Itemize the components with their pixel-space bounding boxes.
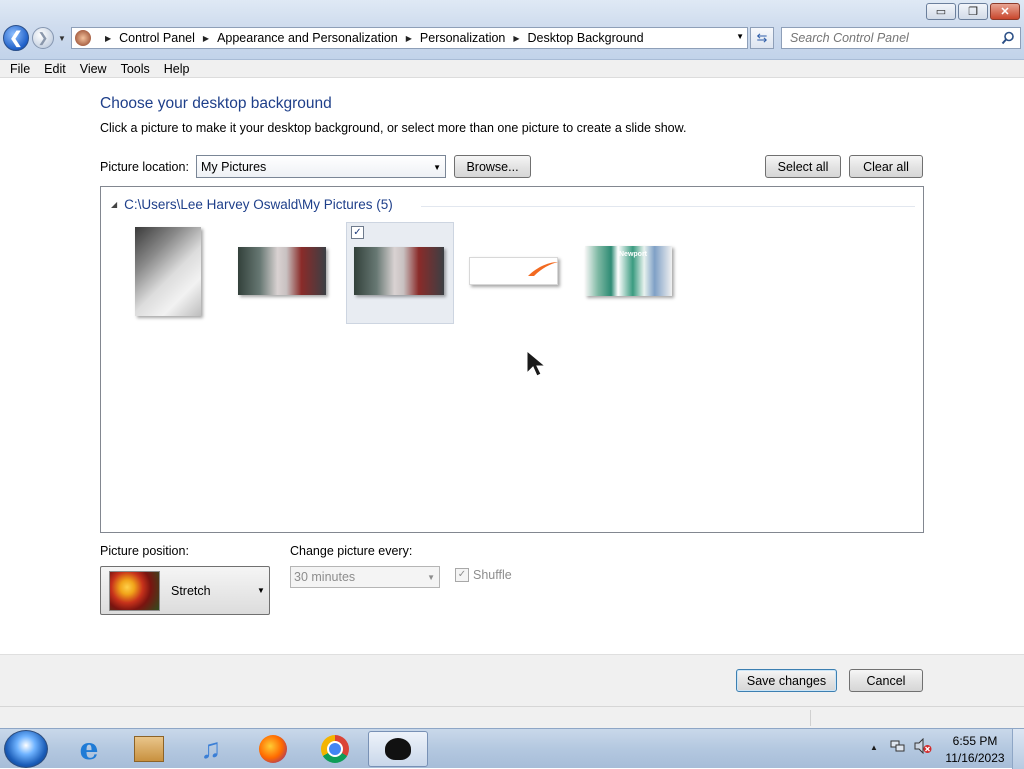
picture-location-label: Picture location:	[100, 160, 189, 174]
clear-all-button[interactable]: Clear all	[849, 155, 923, 178]
show-hidden-icons-icon[interactable]: ▲	[870, 743, 878, 752]
collapse-triangle-icon[interactable]: ◢	[111, 200, 117, 209]
change-picture-label: Change picture every:	[290, 544, 413, 558]
folder-icon	[134, 736, 164, 762]
shuffle-label: Shuffle	[473, 568, 512, 582]
menu-bar: File Edit View Tools Help	[0, 60, 1024, 78]
folder-group-header[interactable]: ◢ C:\Users\Lee Harvey Oswald\My Pictures…	[111, 197, 393, 212]
music-note-icon: ♫	[200, 733, 222, 764]
taskbar-internet-explorer[interactable]: e	[60, 731, 118, 767]
search-input[interactable]	[788, 30, 1002, 46]
menu-file[interactable]: File	[0, 62, 37, 76]
position-preview-image	[109, 571, 160, 611]
folder-path: C:\Users\Lee Harvey Oswald\My Pictures (…	[124, 197, 393, 212]
shuffle-checkbox[interactable]: ✓ Shuffle	[455, 568, 512, 582]
group-divider	[421, 206, 915, 207]
wallpaper-thumbnail-selected[interactable]: ✓	[346, 222, 454, 324]
clock-time[interactable]: 6:55 PM	[944, 734, 1006, 748]
picture-position-label: Picture position:	[100, 544, 189, 558]
forward-arrow-icon: ❯	[37, 30, 49, 45]
picture-position-value: Stretch	[171, 584, 211, 598]
forward-button[interactable]: ❯	[32, 27, 54, 49]
menu-edit[interactable]: Edit	[37, 62, 73, 76]
checkbox-icon[interactable]: ✓	[455, 568, 469, 582]
refresh-button[interactable]: ⇆	[750, 27, 774, 49]
page-title: Choose your desktop background	[100, 95, 332, 112]
chevron-down-icon: ▼	[257, 586, 265, 595]
back-button[interactable]: ❮	[3, 25, 29, 51]
address-bar[interactable]: ▶ Control Panel ▶ Appearance and Persona…	[71, 27, 748, 49]
breadcrumb-desktop-background[interactable]: Desktop Background	[528, 31, 644, 45]
search-box[interactable]	[781, 27, 1021, 49]
picture-gallery[interactable]: ◢ C:\Users\Lee Harvey Oswald\My Pictures…	[100, 186, 924, 533]
control-panel-icon	[75, 30, 91, 46]
instructions-text: Click a picture to make it your desktop …	[100, 121, 687, 135]
swoosh-logo-icon	[528, 262, 558, 276]
picture-location-value: My Pictures	[201, 159, 267, 174]
clock-date[interactable]: 11/16/2023	[944, 751, 1006, 765]
mouse-cursor-icon	[526, 349, 547, 377]
taskbar-paint[interactable]	[368, 731, 428, 767]
chevron-right-icon[interactable]: ▶	[203, 34, 209, 43]
chrome-icon	[321, 735, 349, 763]
wallpaper-thumbnail[interactable]	[238, 247, 326, 295]
chevron-right-icon[interactable]: ▶	[105, 34, 111, 43]
select-all-button[interactable]: Select all	[765, 155, 841, 178]
show-desktop-button[interactable]	[1012, 729, 1024, 769]
back-arrow-icon: ❮	[9, 30, 23, 47]
paint-icon	[385, 738, 411, 760]
wallpaper-thumbnail[interactable]	[469, 257, 558, 285]
cancel-button[interactable]: Cancel	[849, 669, 923, 692]
recent-pages-dropdown[interactable]: ▼	[56, 31, 68, 45]
search-icon[interactable]	[1001, 31, 1015, 45]
chevron-down-icon: ▼	[427, 573, 435, 582]
taskbar-itunes[interactable]: ♫	[182, 731, 240, 767]
thumbnail-brand-text: Newport	[619, 251, 647, 258]
breadcrumb-appearance[interactable]: Appearance and Personalization	[217, 31, 398, 45]
breadcrumb-control-panel[interactable]: Control Panel	[119, 31, 195, 45]
minimize-button[interactable]: ▭	[926, 3, 956, 20]
menu-view[interactable]: View	[73, 62, 114, 76]
change-interval-dropdown[interactable]: 30 minutes ▼	[290, 566, 440, 588]
status-bar	[0, 706, 1024, 728]
chevron-right-icon[interactable]: ▶	[406, 34, 412, 43]
breadcrumb-personalization[interactable]: Personalization	[420, 31, 505, 45]
close-button[interactable]: ✕	[990, 3, 1020, 20]
taskbar-firefox[interactable]	[244, 731, 302, 767]
status-divider	[810, 710, 811, 726]
wallpaper-thumbnail[interactable]	[354, 247, 444, 295]
maximize-button[interactable]: ❐	[958, 3, 988, 20]
network-icon[interactable]	[890, 738, 906, 754]
internet-explorer-icon: e	[79, 731, 99, 767]
change-interval-value: 30 minutes	[294, 570, 356, 584]
wallpaper-thumbnail[interactable]	[135, 227, 201, 316]
picture-position-dropdown[interactable]: Stretch ▼	[100, 566, 270, 615]
wallpaper-thumbnail[interactable]: Newport	[585, 246, 672, 296]
chevron-right-icon[interactable]: ▶	[513, 34, 519, 43]
taskbar-file-explorer[interactable]	[120, 731, 178, 767]
save-changes-button[interactable]: Save changes	[736, 669, 837, 692]
browse-button[interactable]: Browse...	[454, 155, 531, 178]
address-dropdown-icon[interactable]: ▼	[736, 32, 744, 41]
refresh-icon: ⇆	[756, 30, 768, 45]
window-titlebar: ▭ ❐ ✕ ❮ ❯ ▼ ▶ Control Panel ▶ Appearance…	[0, 0, 1024, 60]
menu-tools[interactable]: Tools	[114, 62, 157, 76]
taskbar-chrome[interactable]	[306, 731, 364, 767]
start-button[interactable]	[4, 730, 48, 768]
picture-location-dropdown[interactable]: My Pictures ▼	[196, 155, 446, 178]
taskbar: e ♫ ▲ 6:55 PM 11/16/2023	[0, 728, 1024, 769]
volume-muted-icon[interactable]	[914, 738, 932, 754]
thumbnail-checkbox[interactable]: ✓	[351, 226, 364, 239]
firefox-icon	[259, 735, 287, 763]
chevron-down-icon: ▼	[433, 163, 441, 172]
menu-help[interactable]: Help	[157, 62, 197, 76]
